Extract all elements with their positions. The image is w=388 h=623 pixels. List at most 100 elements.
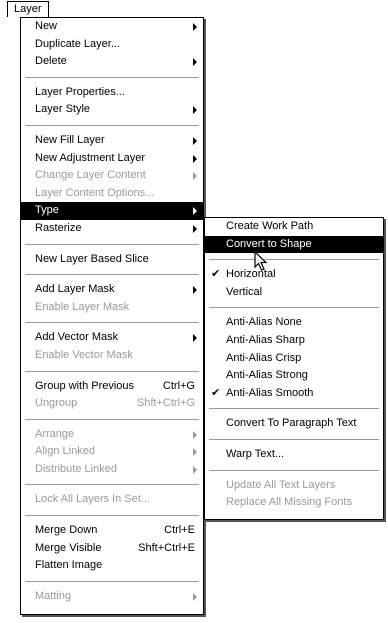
submenu-arrow-icon xyxy=(193,136,197,145)
layer-menu-item-rasterize[interactable]: Rasterize xyxy=(21,220,203,238)
layer-menu-item-align-linked: Align Linked xyxy=(21,443,203,461)
menu-item-label: Warp Text... xyxy=(226,447,285,460)
menu-item-label: Create Work Path xyxy=(226,220,314,232)
menu-item-label: New Fill Layer xyxy=(35,133,105,146)
layer-menu-item-add-vector-mask[interactable]: Add Vector Mask xyxy=(21,329,203,347)
menu-item-label: New Adjustment Layer xyxy=(35,151,146,164)
shortcut-label: Shft+Ctrl+G xyxy=(136,397,195,410)
menu-separator xyxy=(209,408,379,410)
menu-separator xyxy=(25,124,199,126)
submenu-arrow-icon xyxy=(193,172,197,181)
type-submenu: Create Work Path Convert to Shape ✔ Horizon… xyxy=(204,217,384,520)
type-menu-item-update-all-text-layers: Update All Text Layers xyxy=(205,477,383,495)
layer-menu-item-enable-vector-mask: Enable Vector Mask xyxy=(21,347,203,365)
menu-item-label: Layer Style xyxy=(35,103,91,116)
submenu-arrow-icon xyxy=(193,592,197,601)
layer-menu-item-group-with-previous[interactable]: Group with Previous Ctrl+G xyxy=(21,378,203,396)
menu-separator xyxy=(209,307,379,309)
menu-separator xyxy=(25,515,199,517)
layer-menu-item-new-fill-layer[interactable]: New Fill Layer xyxy=(21,132,203,150)
submenu-arrow-icon xyxy=(193,448,197,457)
layer-menu-item-duplicate-layer[interactable]: Duplicate Layer... xyxy=(21,36,203,54)
layer-menu-item-layer-content-options: Layer Content Options... xyxy=(21,185,203,203)
layer-menu-item-add-layer-mask[interactable]: Add Layer Mask xyxy=(21,281,203,299)
menu-item-label: Matting xyxy=(35,589,72,602)
menu-layer[interactable]: Layer xyxy=(7,1,49,17)
menu-separator xyxy=(209,438,379,440)
menu-separator xyxy=(25,580,199,582)
menu-item-label: Delete xyxy=(35,55,67,68)
menu-item-label: Anti-Alias Smooth xyxy=(226,386,314,399)
menu-item-label: New Layer Based Slice xyxy=(35,252,149,265)
menu-item-label: Rasterize xyxy=(35,221,82,234)
type-menu-item-horizontal[interactable]: ✔ Horizontal xyxy=(205,266,383,284)
menu-item-label: Anti-Alias Strong xyxy=(226,369,308,382)
layer-menu-item-ungroup: Ungroup Shft+Ctrl+G xyxy=(21,395,203,413)
type-menu-item-replace-all-missing-fonts: Replace All Missing Fonts xyxy=(205,494,383,512)
menu-separator xyxy=(25,370,199,372)
type-menu-item-convert-to-paragraph-text[interactable]: Convert To Paragraph Text xyxy=(205,415,383,433)
layer-menu-item-matting: Matting xyxy=(21,588,203,606)
submenu-arrow-icon xyxy=(193,465,197,474)
menu-item-label: Layer Content Options... xyxy=(35,186,155,199)
checkmark-icon: ✔ xyxy=(211,386,221,399)
submenu-arrow-icon xyxy=(193,58,197,67)
menu-item-label: Anti-Alias Sharp xyxy=(226,333,305,346)
type-menu-item-vertical[interactable]: Vertical xyxy=(205,284,383,302)
menu-separator xyxy=(209,259,379,261)
type-menu-item-anti-alias-crisp[interactable]: Anti-Alias Crisp xyxy=(205,350,383,368)
type-menu-item-anti-alias-smooth[interactable]: ✔ Anti-Alias Smooth xyxy=(205,385,383,403)
type-menu-item-anti-alias-strong[interactable]: Anti-Alias Strong xyxy=(205,367,383,385)
menu-separator xyxy=(25,243,199,245)
mouse-pointer-icon xyxy=(254,251,268,271)
menu-item-label: Convert To Paragraph Text xyxy=(226,417,357,430)
layer-menu-item-new[interactable]: New xyxy=(21,18,203,36)
layer-menu: New Duplicate Layer... Delete Layer Propert… xyxy=(20,17,204,615)
menu-item-label: Group with Previous xyxy=(35,379,135,392)
menu-item-label: Anti-Alias Crisp xyxy=(226,351,302,364)
submenu-arrow-icon xyxy=(193,334,197,343)
menu-separator xyxy=(25,76,199,78)
shortcut-label: Ctrl+E xyxy=(164,524,195,537)
layer-menu-item-merge-visible[interactable]: Merge Visible Shft+Ctrl+E xyxy=(21,540,203,558)
layer-menu-item-delete[interactable]: Delete xyxy=(21,53,203,71)
layer-menu-item-enable-layer-mask: Enable Layer Mask xyxy=(21,299,203,317)
type-menu-item-anti-alias-none[interactable]: Anti-Alias None xyxy=(205,314,383,332)
type-menu-item-create-work-path[interactable]: Create Work Path xyxy=(205,218,383,236)
type-menu-item-warp-text[interactable]: Warp Text... xyxy=(205,446,383,464)
layer-menu-item-lock-all-layers-in-set: Lock All Layers In Set... xyxy=(21,491,203,509)
menu-item-label: Convert to Shape xyxy=(226,237,312,250)
layer-menu-item-layer-style[interactable]: Layer Style xyxy=(21,101,203,119)
submenu-arrow-icon xyxy=(193,224,197,233)
menu-item-label: Align Linked xyxy=(35,445,95,458)
menu-item-label: Add Vector Mask xyxy=(35,331,119,344)
menu-item-label: Ungroup xyxy=(35,397,78,410)
menu-item-label: Layer Properties... xyxy=(35,85,125,98)
menu-item-label: Duplicate Layer... xyxy=(35,37,120,50)
type-menu-item-anti-alias-sharp[interactable]: Anti-Alias Sharp xyxy=(205,332,383,350)
layer-menu-item-flatten-image[interactable]: Flatten Image xyxy=(21,557,203,575)
menu-item-label: Vertical xyxy=(226,285,263,298)
submenu-arrow-icon xyxy=(193,106,197,115)
submenu-arrow-icon xyxy=(193,286,197,295)
submenu-arrow-icon xyxy=(193,207,197,216)
menubar: Layer xyxy=(0,0,388,18)
layer-menu-item-merge-down[interactable]: Merge Down Ctrl+E xyxy=(21,522,203,540)
submenu-arrow-icon xyxy=(193,23,197,31)
menu-item-label: Replace All Missing Fonts xyxy=(226,496,352,509)
checkmark-icon: ✔ xyxy=(211,268,221,281)
layer-menu-item-new-layer-based-slice[interactable]: New Layer Based Slice xyxy=(21,251,203,269)
layer-menu-item-type[interactable]: Type xyxy=(21,202,203,220)
menu-separator xyxy=(25,322,199,324)
menu-item-label: New xyxy=(35,20,58,32)
menu-item-label: Update All Text Layers xyxy=(226,478,336,491)
layer-menu-item-new-adjustment-layer[interactable]: New Adjustment Layer xyxy=(21,150,203,168)
menu-item-label: Flatten Image xyxy=(35,559,103,572)
shortcut-label: Ctrl+G xyxy=(162,379,195,392)
submenu-arrow-icon xyxy=(193,154,197,163)
layer-menu-item-layer-properties[interactable]: Layer Properties... xyxy=(21,84,203,102)
menu-item-label: Type xyxy=(35,204,59,217)
menu-item-label: Enable Vector Mask xyxy=(35,348,133,361)
type-menu-item-convert-to-shape[interactable]: Convert to Shape xyxy=(205,235,383,254)
menu-item-label: Enable Layer Mask xyxy=(35,300,130,313)
